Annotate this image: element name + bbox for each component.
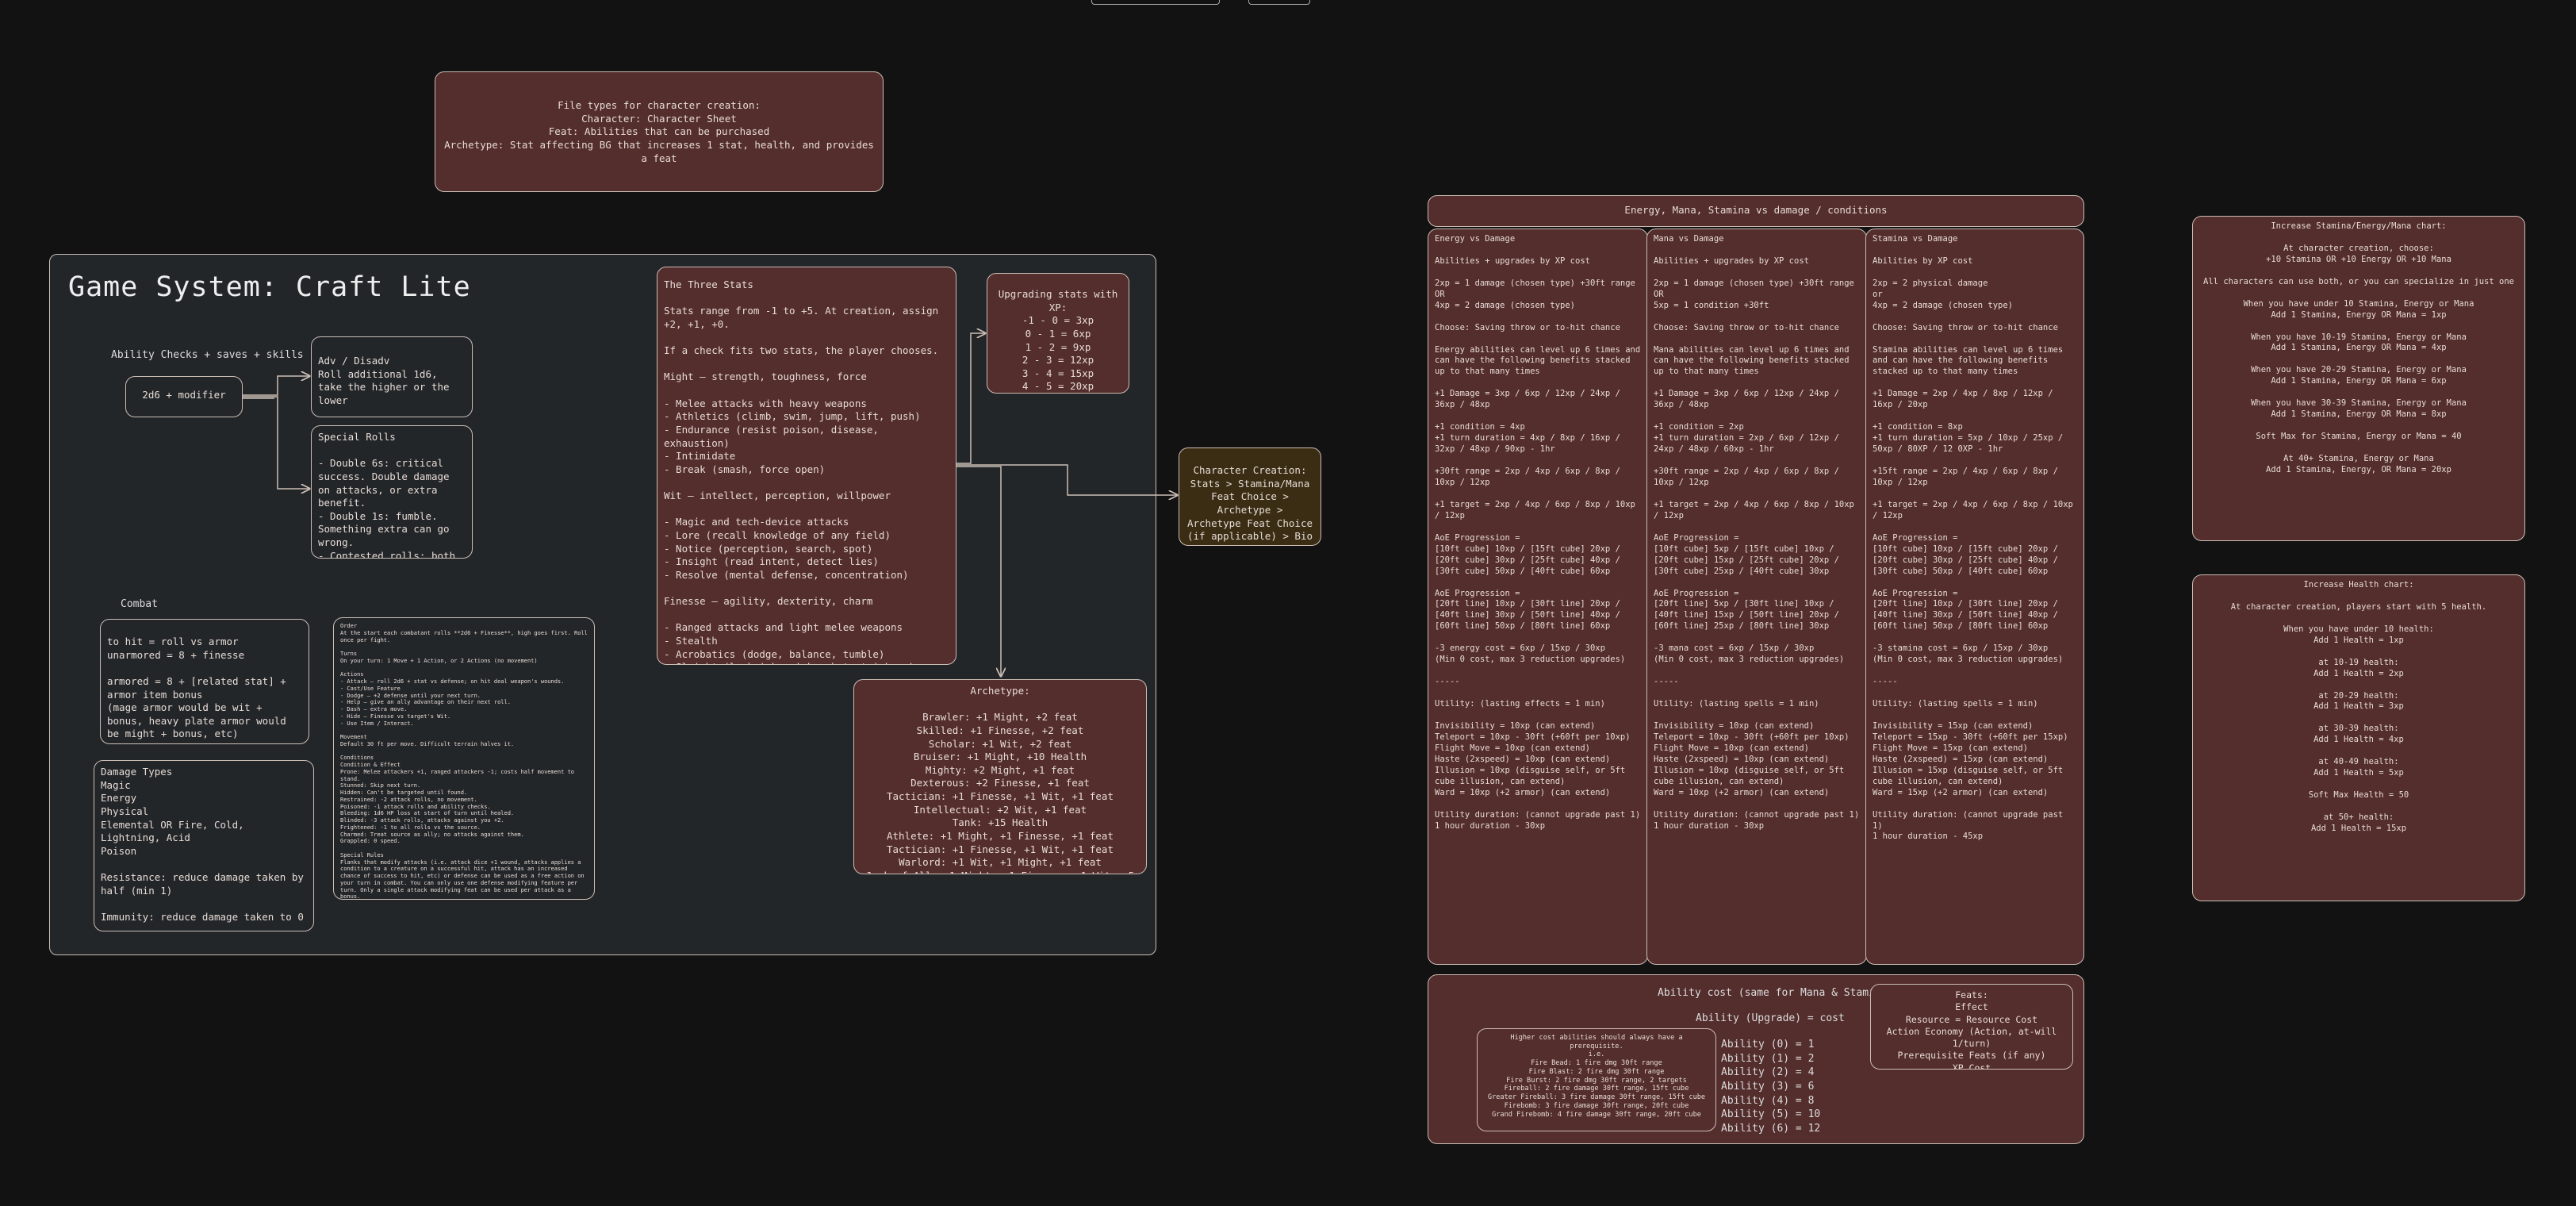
increase-resource-chart[interactable]: Increase Stamina/Energy/Mana chart: At c…	[2192, 216, 2525, 541]
stamina-column[interactable]: Stamina vs Damage Abilities by XP cost 2…	[1865, 229, 2084, 965]
feats-box[interactable]: Feats: Effect Resource = Resource Cost A…	[1870, 984, 2073, 1070]
ability-cost-title: Ability cost (same for Mana & Stamina)	[1658, 987, 1894, 999]
increase-health-chart[interactable]: Increase Health chart: At character crea…	[2192, 574, 2525, 901]
prerequisite-box[interactable]: Higher cost abilities should always have…	[1477, 1028, 1716, 1131]
dice-formula-box[interactable]: 2d6 + modifier	[125, 376, 243, 417]
offscreen-stub-1	[1091, 0, 1220, 5]
damage-types-box[interactable]: Damage Types Magic Energy Physical Eleme…	[94, 760, 314, 931]
file-types-note[interactable]: File types for character creation: Chara…	[435, 71, 884, 192]
energy-column[interactable]: Energy vs Damage Abilities + upgrades by…	[1428, 229, 1648, 965]
special-rolls-box[interactable]: Special Rolls - Double 6s: critical succ…	[311, 425, 473, 559]
archetype-box[interactable]: Archetype: Brawler: +1 Might, +2 feat Sk…	[853, 679, 1147, 874]
advantage-box[interactable]: Adv / Disadv Roll additional 1d6, take t…	[311, 336, 473, 417]
character-creation-box[interactable]: Character Creation: Stats > Stamina/Mana…	[1179, 447, 1321, 546]
ability-upgrade-label: Ability (Upgrade) = cost	[1696, 1012, 1845, 1024]
ability-cost-list: Ability (0) = 1 Ability (1) = 2 Ability …	[1721, 1039, 1821, 1135]
three-stats-box[interactable]: The Three Stats Stats range from -1 to +…	[657, 267, 956, 665]
upgrading-stats-box[interactable]: Upgrading stats with XP: -1 - 0 = 3xp 0 …	[987, 273, 1129, 394]
game-system-title: Game System: Craft Lite	[68, 271, 471, 303]
combat-label: Combat	[121, 598, 158, 610]
ability-checks-label: Ability Checks + saves + skills	[111, 349, 304, 361]
combat-rules-box[interactable]: Order At the start each combatant rolls …	[333, 617, 595, 900]
emsd-header[interactable]: Energy, Mana, Stamina vs damage / condit…	[1428, 195, 2084, 227]
mana-column[interactable]: Mana vs Damage Abilities + upgrades by X…	[1646, 229, 1867, 965]
combat-box[interactable]: to hit = roll vs armor unarmored = 8 + f…	[100, 619, 309, 744]
offscreen-stub-2	[1248, 0, 1310, 5]
